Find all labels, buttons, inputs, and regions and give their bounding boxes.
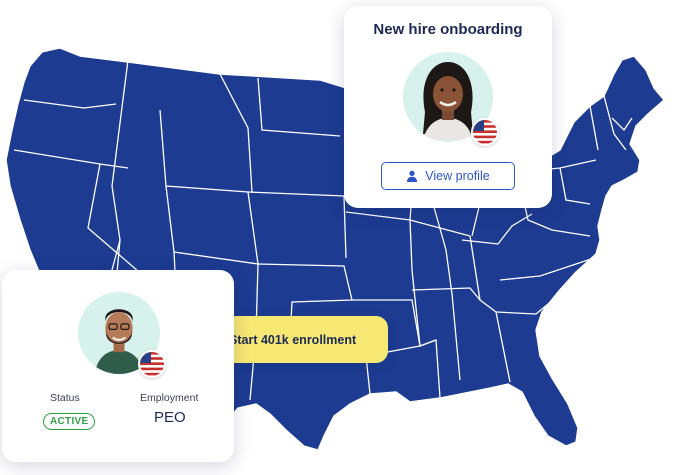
employment-label: Employment: [140, 392, 199, 404]
new-hire-onboarding-card: New hire onboarding View profile: [344, 6, 552, 208]
person-icon: [407, 170, 418, 182]
man-avatar: [78, 292, 166, 378]
us-flag-icon: [471, 118, 499, 146]
woman-avatar: [403, 52, 499, 146]
card-title: New hire onboarding: [373, 21, 523, 38]
status-label: Status: [50, 392, 80, 404]
us-flag-icon: [138, 350, 166, 378]
status-badge: ACTIVE: [43, 413, 96, 430]
view-profile-label: View profile: [425, 169, 490, 183]
employee-status-card: Status ACTIVE Employment PEO: [2, 270, 234, 462]
employment-value: PEO: [154, 409, 186, 426]
start-401k-enrollment-label: Start 401k enrollment: [229, 332, 357, 347]
view-profile-button[interactable]: View profile: [381, 162, 515, 190]
